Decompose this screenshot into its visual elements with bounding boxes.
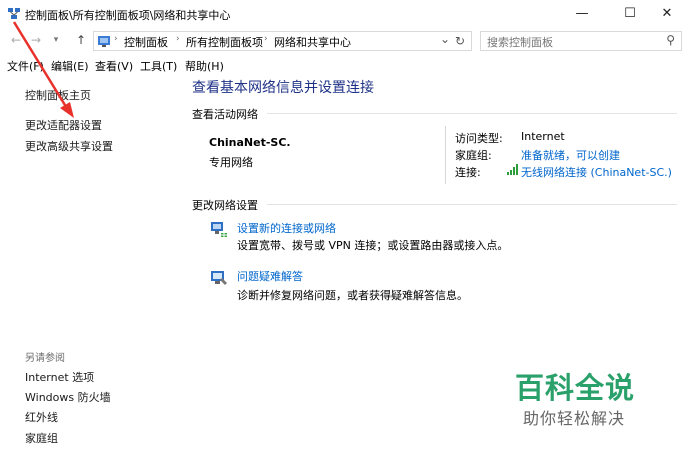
search-input[interactable] — [485, 33, 659, 51]
recent-locations-icon[interactable]: ▾ — [48, 32, 64, 48]
troubleshoot-desc: 诊断并修复网络问题，或者获得疑难解答信息。 — [237, 289, 468, 302]
divider — [267, 113, 677, 114]
menu-edit[interactable]: 编辑(E) — [51, 58, 89, 74]
left-pane: 控制面板主页 更改适配器设置 更改高级共享设置 另请参阅 Internet 选项… — [0, 75, 185, 461]
breadcrumb-all-items[interactable]: 所有控制面板项 — [186, 34, 263, 50]
homegroup-link[interactable]: 准备就绪，可以创建 — [521, 147, 620, 163]
watermark: 百科全说 助你轻松解决 — [515, 365, 675, 435]
window-title: 控制面板\所有控制面板项\网络和共享中心 — [25, 9, 231, 22]
up-icon[interactable]: ↑ — [73, 32, 89, 48]
network-type: 专用网络 — [209, 156, 253, 169]
page-title: 查看基本网络信息并设置连接 — [192, 80, 374, 96]
breadcrumb-control-panel[interactable]: 控制面板 — [124, 34, 168, 50]
breadcrumb-separator: › — [264, 34, 268, 44]
see-also-windows-firewall[interactable]: Windows 防火墙 — [25, 389, 111, 405]
breadcrumb-network-center[interactable]: 网络和共享中心 — [274, 34, 351, 50]
back-icon[interactable]: ← — [8, 32, 24, 48]
address-bar[interactable]: › 控制面板 › 所有控制面板项 › 网络和共享中心 ⌄ ↻ — [93, 31, 472, 51]
access-type-label: 访问类型: — [455, 132, 503, 145]
watermark-title: 百科全说 — [515, 371, 636, 405]
minimize-button[interactable]: — — [560, 0, 604, 28]
homegroup-label: 家庭组: — [455, 149, 492, 162]
see-also-heading: 另请参阅 — [25, 353, 65, 364]
forward-icon[interactable]: → — [28, 32, 44, 48]
see-also-infrared[interactable]: 红外线 — [25, 409, 58, 425]
search-box[interactable]: ⚲ — [480, 31, 682, 51]
breadcrumb-separator: › — [114, 34, 118, 44]
close-button[interactable]: ✕ — [645, 0, 689, 28]
control-panel-icon — [98, 36, 110, 47]
change-settings-heading: 更改网络设置 — [192, 199, 258, 212]
divider — [267, 204, 677, 205]
network-name: ChinaNet-SC. — [209, 136, 291, 149]
see-also-internet-options[interactable]: Internet 选项 — [25, 369, 94, 385]
menu-bar: 文件(F) 编辑(E) 查看(V) 工具(T) 帮助(H) — [0, 55, 692, 75]
access-type-value: Internet — [521, 130, 565, 143]
sidebar-item-control-panel-home[interactable]: 控制面板主页 — [25, 87, 91, 103]
troubleshoot-link[interactable]: 问题疑难解答 — [237, 268, 303, 284]
menu-tools[interactable]: 工具(T) — [140, 58, 177, 74]
address-dropdown-icon[interactable]: ⌄ — [440, 32, 450, 46]
menu-view[interactable]: 查看(V) — [95, 58, 133, 74]
connection-label: 连接: — [455, 166, 481, 179]
title-bar: 控制面板\所有控制面板项\网络和共享中心 — ☐ ✕ — [0, 0, 692, 28]
watermark-subtitle: 助你轻松解决 — [523, 409, 626, 428]
wifi-signal-icon — [507, 164, 518, 175]
setup-new-connection-link[interactable]: 设置新的连接或网络 — [237, 220, 336, 236]
menu-help[interactable]: 帮助(H) — [185, 58, 224, 74]
sidebar-item-advanced-sharing[interactable]: 更改高级共享设置 — [25, 138, 113, 154]
troubleshoot-icon — [211, 271, 227, 285]
menu-file[interactable]: 文件(F) — [7, 58, 44, 74]
active-networks-heading: 查看活动网络 — [192, 108, 258, 121]
sidebar-item-change-adapter-settings[interactable]: 更改适配器设置 — [25, 117, 102, 133]
divider — [445, 126, 446, 184]
connection-link[interactable]: 无线网络连接 (ChinaNet-SC.) — [521, 164, 672, 180]
search-icon[interactable]: ⚲ — [666, 33, 675, 47]
breadcrumb-separator: › — [176, 34, 180, 44]
new-connection-icon — [211, 222, 228, 239]
see-also-homegroup[interactable]: 家庭组 — [25, 430, 58, 446]
network-center-icon — [8, 8, 20, 19]
refresh-icon[interactable]: ↻ — [455, 34, 465, 48]
setup-new-connection-desc: 设置宽带、拨号或 VPN 连接；或设置路由器或接入点。 — [237, 239, 509, 252]
